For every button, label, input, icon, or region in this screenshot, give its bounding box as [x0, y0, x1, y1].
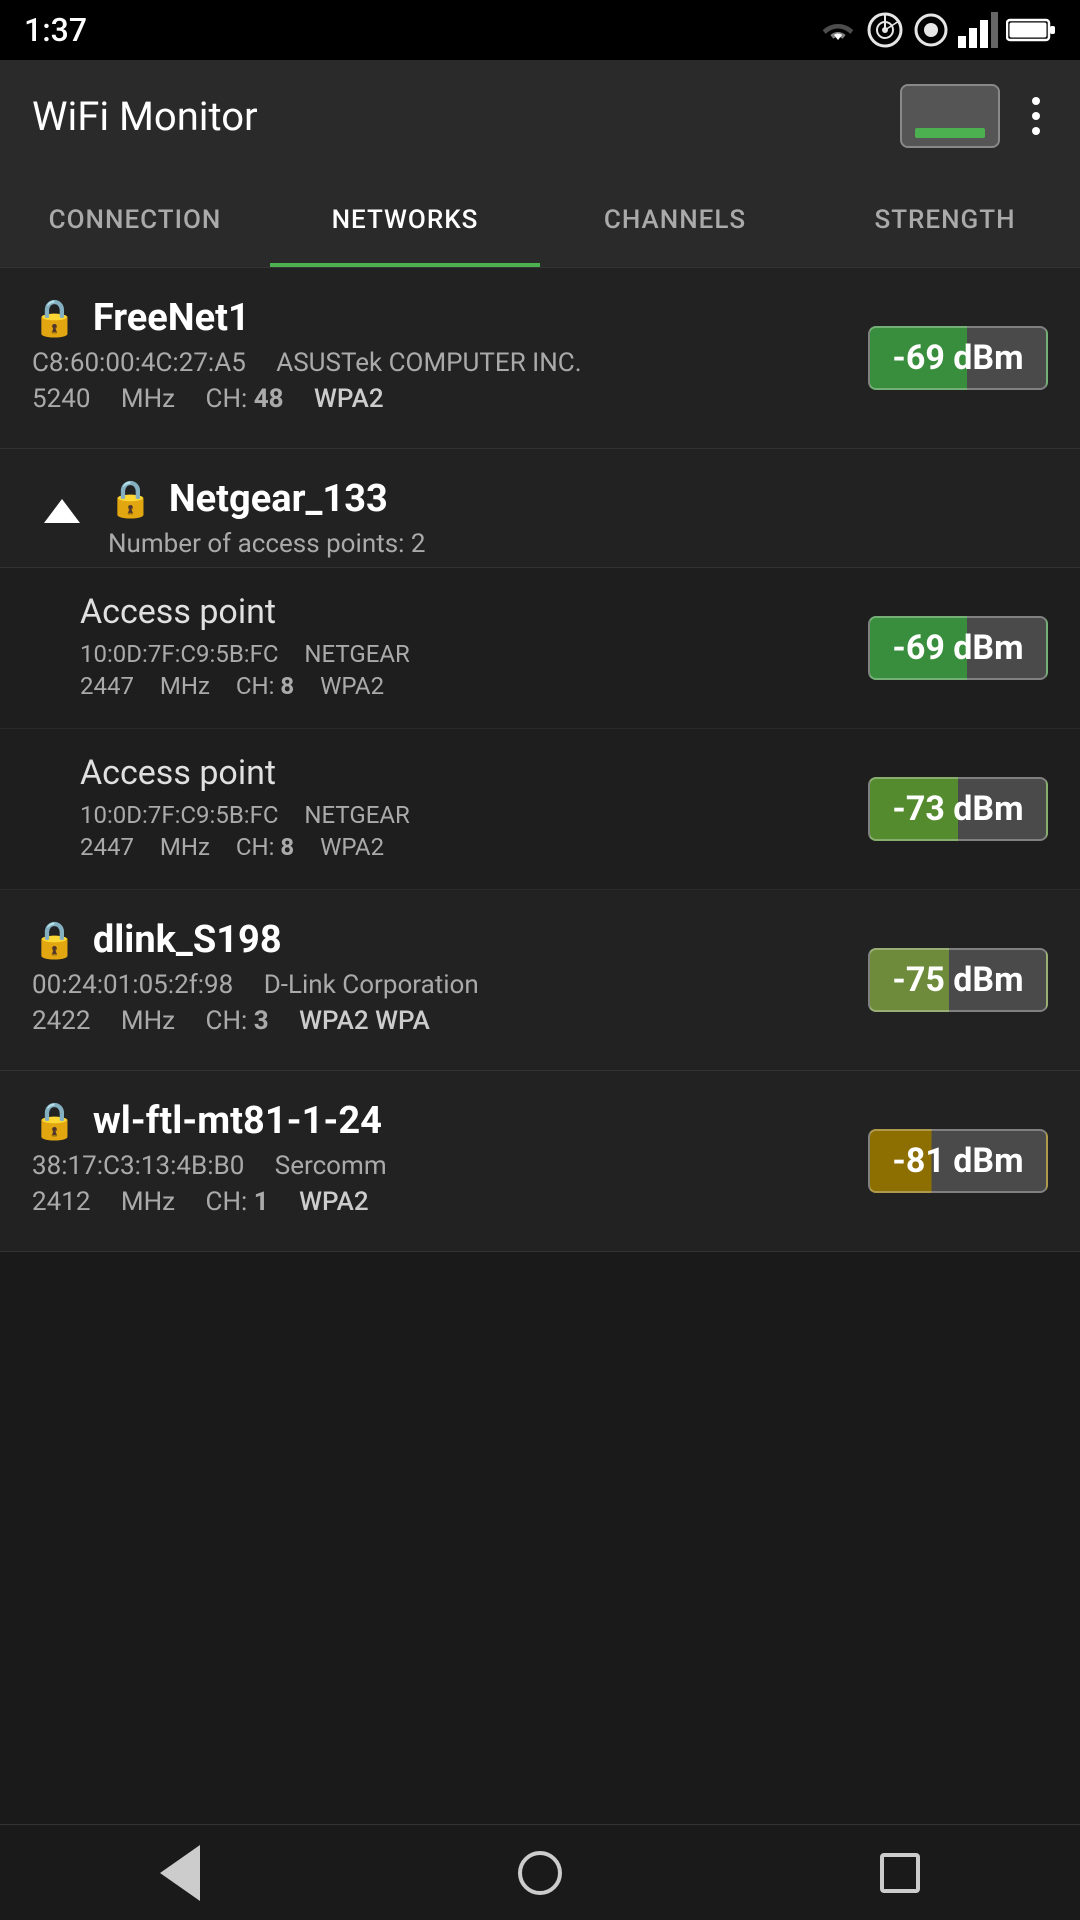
battery-icon: [1006, 16, 1056, 44]
dlink-manufacturer: D-Link Corporation: [264, 970, 479, 1000]
recents-button[interactable]: [860, 1833, 940, 1913]
graph-bar-icon: [915, 128, 985, 138]
freenet1-mac-row: C8:60:00:4C:27:A5 ASUSTek COMPUTER INC.: [32, 348, 868, 378]
freenet1-lock-icon: 🔒: [32, 297, 77, 339]
dlink-name: dlink_S198: [93, 918, 282, 962]
wlftl-mac-row: 38:17:C3:13:4B:B0 Sercomm: [32, 1151, 868, 1181]
sync-icon: [912, 11, 950, 49]
home-icon: [518, 1851, 562, 1895]
tab-bar: CONNECTION NETWORKS CHANNELS STRENGTH: [0, 172, 1080, 268]
ap1-manufacturer: NETGEAR: [304, 640, 409, 668]
freenet1-security: WPA2: [314, 384, 384, 414]
freenet1-tech-row: 5240 MHz CH: 48 WPA2: [32, 384, 868, 414]
wlftl-name: wl-ftl-mt81-1-24: [93, 1099, 382, 1143]
ap2-mac: 10:0D:7F:C9:5B:FC: [80, 801, 278, 829]
wlftl-channel: CH: 1: [206, 1187, 269, 1217]
wlftl-header: 🔒 wl-ftl-mt81-1-24: [32, 1099, 868, 1143]
app-bar-actions: [900, 84, 1048, 148]
ap2-freq: 2447 MHz: [80, 833, 210, 861]
ap1-security: WPA2: [320, 672, 384, 700]
netgear133-name: Netgear_133: [169, 477, 388, 521]
networks-content: 🔒 FreeNet1 C8:60:00:4C:27:A5 ASUSTek COM…: [0, 268, 1080, 1352]
ap2-info: Access point 10:0D:7F:C9:5B:FC NETGEAR 2…: [80, 753, 868, 865]
freenet1-channel: CH: 48: [206, 384, 284, 414]
wlftl-signal-badge: -81 dBm: [868, 1129, 1048, 1193]
menu-dot-2: [1032, 112, 1040, 120]
wlftl-manufacturer: Sercomm: [275, 1151, 387, 1181]
bottom-nav: [0, 1824, 1080, 1920]
back-button[interactable]: [140, 1833, 220, 1913]
netgear133-header: 🔒 Netgear_133: [108, 477, 1048, 521]
chevron-up-icon: [44, 499, 80, 523]
app-bar: WiFi Monitor: [0, 60, 1080, 172]
wlftl-freq: 2412 MHz: [32, 1187, 175, 1217]
app-title: WiFi Monitor: [32, 93, 258, 140]
ap2-label: Access point: [80, 753, 868, 793]
wlftl-tech-row: 2412 MHz CH: 1 WPA2: [32, 1187, 868, 1217]
menu-dot-1: [1032, 97, 1040, 105]
ap1-channel: CH: 8: [236, 672, 294, 700]
ap1-label: Access point: [80, 592, 868, 632]
wifi-status-icon: [818, 12, 858, 48]
freenet1-freq: 5240 MHz: [32, 384, 175, 414]
tab-connection[interactable]: CONNECTION: [0, 172, 270, 267]
wlftl-security: WPA2: [299, 1187, 369, 1217]
freenet1-manufacturer: ASUSTek COMPUTER INC.: [276, 348, 581, 378]
dlink-header: 🔒 dlink_S198: [32, 918, 868, 962]
status-time: 1:37: [24, 11, 87, 49]
dlink-security: WPA2 WPA: [299, 1006, 430, 1036]
freenet1-name: FreeNet1: [93, 296, 250, 340]
tab-channels[interactable]: CHANNELS: [540, 172, 810, 267]
network-item-netgear133[interactable]: 🔒 Netgear_133 Number of access points: 2: [0, 449, 1080, 568]
ap2-manufacturer: NETGEAR: [304, 801, 409, 829]
network-item-dlink[interactable]: 🔒 dlink_S198 00:24:01:05:2f:98 D-Link Co…: [0, 890, 1080, 1071]
overflow-menu-button[interactable]: [1024, 89, 1048, 143]
access-point-1[interactable]: Access point 10:0D:7F:C9:5B:FC NETGEAR 2…: [0, 568, 1080, 729]
signal-bars-icon: [958, 12, 998, 48]
menu-dot-3: [1032, 127, 1040, 135]
dlink-mac-row: 00:24:01:05:2f:98 D-Link Corporation: [32, 970, 868, 1000]
app-radar-icon: [866, 11, 904, 49]
ap1-mac: 10:0D:7F:C9:5B:FC: [80, 640, 278, 668]
recents-icon: [880, 1853, 920, 1893]
freenet1-info: 🔒 FreeNet1 C8:60:00:4C:27:A5 ASUSTek COM…: [32, 296, 868, 420]
ap1-tech-row: 2447 MHz CH: 8 WPA2: [80, 672, 868, 700]
graph-button[interactable]: [900, 84, 1000, 148]
wlftl-info: 🔒 wl-ftl-mt81-1-24 38:17:C3:13:4B:B0 Ser…: [32, 1099, 868, 1223]
tab-networks[interactable]: NETWORKS: [270, 172, 540, 267]
ap2-tech-row: 2447 MHz CH: 8 WPA2: [80, 833, 868, 861]
ap2-signal-badge: -73 dBm: [868, 777, 1048, 841]
dlink-lock-icon: 🔒: [32, 919, 77, 961]
dlink-mac: 00:24:01:05:2f:98: [32, 970, 233, 1000]
freenet1-mac: C8:60:00:4C:27:A5: [32, 348, 246, 378]
dlink-tech-row: 2422 MHz CH: 3 WPA2 WPA: [32, 1006, 868, 1036]
back-icon: [160, 1845, 200, 1901]
network-item-freenet1[interactable]: 🔒 FreeNet1 C8:60:00:4C:27:A5 ASUSTek COM…: [0, 268, 1080, 449]
status-bar: 1:37: [0, 0, 1080, 60]
status-icons: [818, 11, 1056, 49]
wlftl-lock-icon: 🔒: [32, 1100, 77, 1142]
freenet1-header: 🔒 FreeNet1: [32, 296, 868, 340]
wlftl-mac: 38:17:C3:13:4B:B0: [32, 1151, 244, 1181]
network-item-wl-ftl[interactable]: 🔒 wl-ftl-mt81-1-24 38:17:C3:13:4B:B0 Ser…: [0, 1071, 1080, 1252]
ap2-mac-row: 10:0D:7F:C9:5B:FC NETGEAR: [80, 801, 868, 829]
dlink-freq: 2422 MHz: [32, 1006, 175, 1036]
ap1-signal-badge: -69 dBm: [868, 616, 1048, 680]
ap1-freq: 2447 MHz: [80, 672, 210, 700]
netgear133-ap-count: Number of access points: 2: [108, 529, 1048, 559]
ap1-mac-row: 10:0D:7F:C9:5B:FC NETGEAR: [80, 640, 868, 668]
ap2-security: WPA2: [320, 833, 384, 861]
ap1-info: Access point 10:0D:7F:C9:5B:FC NETGEAR 2…: [80, 592, 868, 704]
dlink-channel: CH: 3: [206, 1006, 269, 1036]
freenet1-signal-badge: -69 dBm: [868, 326, 1048, 390]
netgear133-expand-button[interactable]: [32, 481, 92, 541]
dlink-info: 🔒 dlink_S198 00:24:01:05:2f:98 D-Link Co…: [32, 918, 868, 1042]
netgear133-lock-icon: 🔒: [108, 478, 153, 520]
dlink-signal-badge: -75 dBm: [868, 948, 1048, 1012]
tab-strength[interactable]: STRENGTH: [810, 172, 1080, 267]
netgear133-info: 🔒 Netgear_133 Number of access points: 2: [108, 477, 1048, 559]
home-button[interactable]: [500, 1833, 580, 1913]
access-point-2[interactable]: Access point 10:0D:7F:C9:5B:FC NETGEAR 2…: [0, 729, 1080, 890]
ap2-channel: CH: 8: [236, 833, 294, 861]
